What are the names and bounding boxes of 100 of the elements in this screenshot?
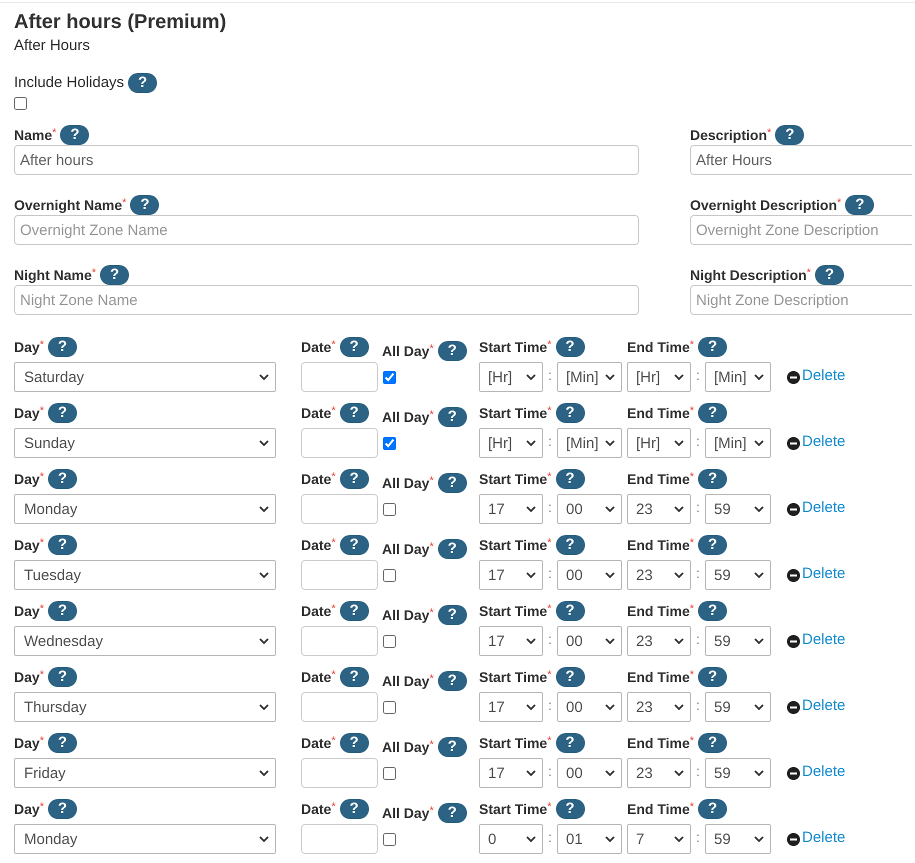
help-button[interactable]: ? (556, 337, 584, 357)
delete-link[interactable]: Delete (787, 367, 846, 384)
minute-select[interactable]: 00 (557, 560, 622, 590)
help-button[interactable]: ? (340, 535, 369, 555)
minute-select[interactable]: 00 (557, 692, 622, 722)
minute-select[interactable]: [Min] (705, 428, 771, 458)
hour-select[interactable]: 0 (479, 824, 543, 854)
help-button[interactable]: ? (556, 469, 584, 489)
day-select[interactable]: Tuesday (14, 560, 276, 590)
text-field[interactable]: After hours (14, 145, 639, 175)
minute-select[interactable]: 01 (557, 824, 622, 854)
hour-select[interactable]: 23 (627, 560, 691, 590)
help-button[interactable]: ? (438, 341, 467, 361)
help-button[interactable]: ? (698, 601, 728, 621)
help-button[interactable]: ? (556, 403, 584, 423)
text-field[interactable]: Night Zone Name (14, 285, 639, 315)
help-button[interactable]: ? (845, 195, 874, 215)
minute-select[interactable]: [Min] (557, 428, 622, 458)
help-button[interactable]: ? (60, 125, 90, 145)
help-button[interactable]: ? (775, 125, 804, 145)
help-button[interactable]: ? (340, 469, 369, 489)
all-day-checkbox[interactable] (383, 568, 396, 582)
hour-select[interactable]: [Hr] (479, 362, 543, 392)
minute-select[interactable]: 59 (705, 560, 771, 590)
date-field[interactable] (301, 824, 378, 854)
all-day-checkbox[interactable] (383, 832, 396, 846)
delete-link[interactable]: Delete (787, 433, 846, 450)
help-button[interactable]: ? (698, 469, 728, 489)
all-day-checkbox[interactable] (383, 700, 396, 714)
text-field[interactable]: Overnight Zone Description (690, 215, 912, 245)
day-select[interactable]: Monday (14, 494, 276, 524)
hour-select[interactable]: 23 (627, 626, 691, 656)
hour-select[interactable]: 7 (627, 824, 691, 854)
help-button[interactable]: ? (48, 667, 77, 687)
minute-select[interactable]: 59 (705, 692, 771, 722)
day-select[interactable]: Friday (14, 758, 276, 788)
help-button[interactable]: ? (698, 667, 728, 687)
all-day-checkbox[interactable] (383, 436, 396, 450)
hour-select[interactable]: [Hr] (627, 362, 691, 392)
date-field[interactable] (301, 560, 378, 590)
help-button[interactable]: ? (340, 403, 369, 423)
hour-select[interactable]: 17 (479, 758, 543, 788)
help-button[interactable]: ? (438, 803, 467, 823)
text-field[interactable]: After Hours (690, 145, 912, 175)
day-select[interactable]: Sunday (14, 428, 276, 458)
hour-select[interactable]: 17 (479, 626, 543, 656)
help-button[interactable]: ? (438, 671, 467, 691)
all-day-checkbox[interactable] (383, 502, 396, 516)
help-button[interactable]: ? (340, 601, 369, 621)
delete-link[interactable]: Delete (787, 631, 846, 648)
help-button[interactable]: ? (438, 473, 467, 493)
text-field[interactable]: Overnight Zone Name (14, 215, 639, 245)
minute-select[interactable]: 00 (557, 494, 622, 524)
help-button[interactable]: ? (130, 195, 160, 215)
day-select[interactable]: Wednesday (14, 626, 276, 656)
day-select[interactable]: Monday (14, 824, 276, 854)
help-button[interactable]: ? (438, 407, 467, 427)
date-field[interactable] (301, 692, 378, 722)
help-button[interactable]: ? (438, 605, 467, 625)
help-button[interactable]: ? (340, 733, 369, 753)
date-field[interactable] (301, 758, 378, 788)
minute-select[interactable]: 59 (705, 626, 771, 656)
minute-select[interactable]: 59 (705, 758, 771, 788)
help-button[interactable]: ? (556, 799, 584, 819)
help-button[interactable]: ? (48, 733, 77, 753)
date-field[interactable] (301, 428, 378, 458)
date-field[interactable] (301, 626, 378, 656)
help-button[interactable]: ? (340, 667, 369, 687)
help-button[interactable]: ? (438, 737, 467, 757)
delete-link[interactable]: Delete (787, 697, 846, 714)
help-button[interactable]: ? (698, 799, 728, 819)
delete-link[interactable]: Delete (787, 499, 846, 516)
help-button[interactable]: ? (698, 337, 728, 357)
day-select[interactable]: Thursday (14, 692, 276, 722)
delete-link[interactable]: Delete (787, 829, 846, 846)
help-button[interactable]: ? (340, 799, 369, 819)
minute-select[interactable]: 00 (557, 758, 622, 788)
help-button[interactable]: ? (128, 73, 158, 93)
help-button[interactable]: ? (556, 535, 584, 555)
help-button[interactable]: ? (698, 535, 728, 555)
minute-select[interactable]: [Min] (705, 362, 771, 392)
minute-select[interactable]: 59 (705, 824, 771, 854)
hour-select[interactable]: 23 (627, 494, 691, 524)
minute-select[interactable]: [Min] (557, 362, 622, 392)
help-button[interactable]: ? (48, 469, 77, 489)
help-button[interactable]: ? (698, 733, 728, 753)
help-button[interactable]: ? (438, 539, 467, 559)
help-button[interactable]: ? (814, 265, 844, 285)
all-day-checkbox[interactable] (383, 766, 396, 780)
day-select[interactable]: Saturday (14, 362, 276, 392)
help-button[interactable]: ? (48, 535, 77, 555)
minute-select[interactable]: 00 (557, 626, 622, 656)
help-button[interactable]: ? (698, 403, 728, 423)
hour-select[interactable]: 17 (479, 692, 543, 722)
hour-select[interactable]: 23 (627, 758, 691, 788)
help-button[interactable]: ? (48, 799, 77, 819)
hour-select[interactable]: [Hr] (479, 428, 543, 458)
help-button[interactable]: ? (556, 667, 584, 687)
delete-link[interactable]: Delete (787, 763, 846, 780)
all-day-checkbox[interactable] (383, 370, 396, 384)
